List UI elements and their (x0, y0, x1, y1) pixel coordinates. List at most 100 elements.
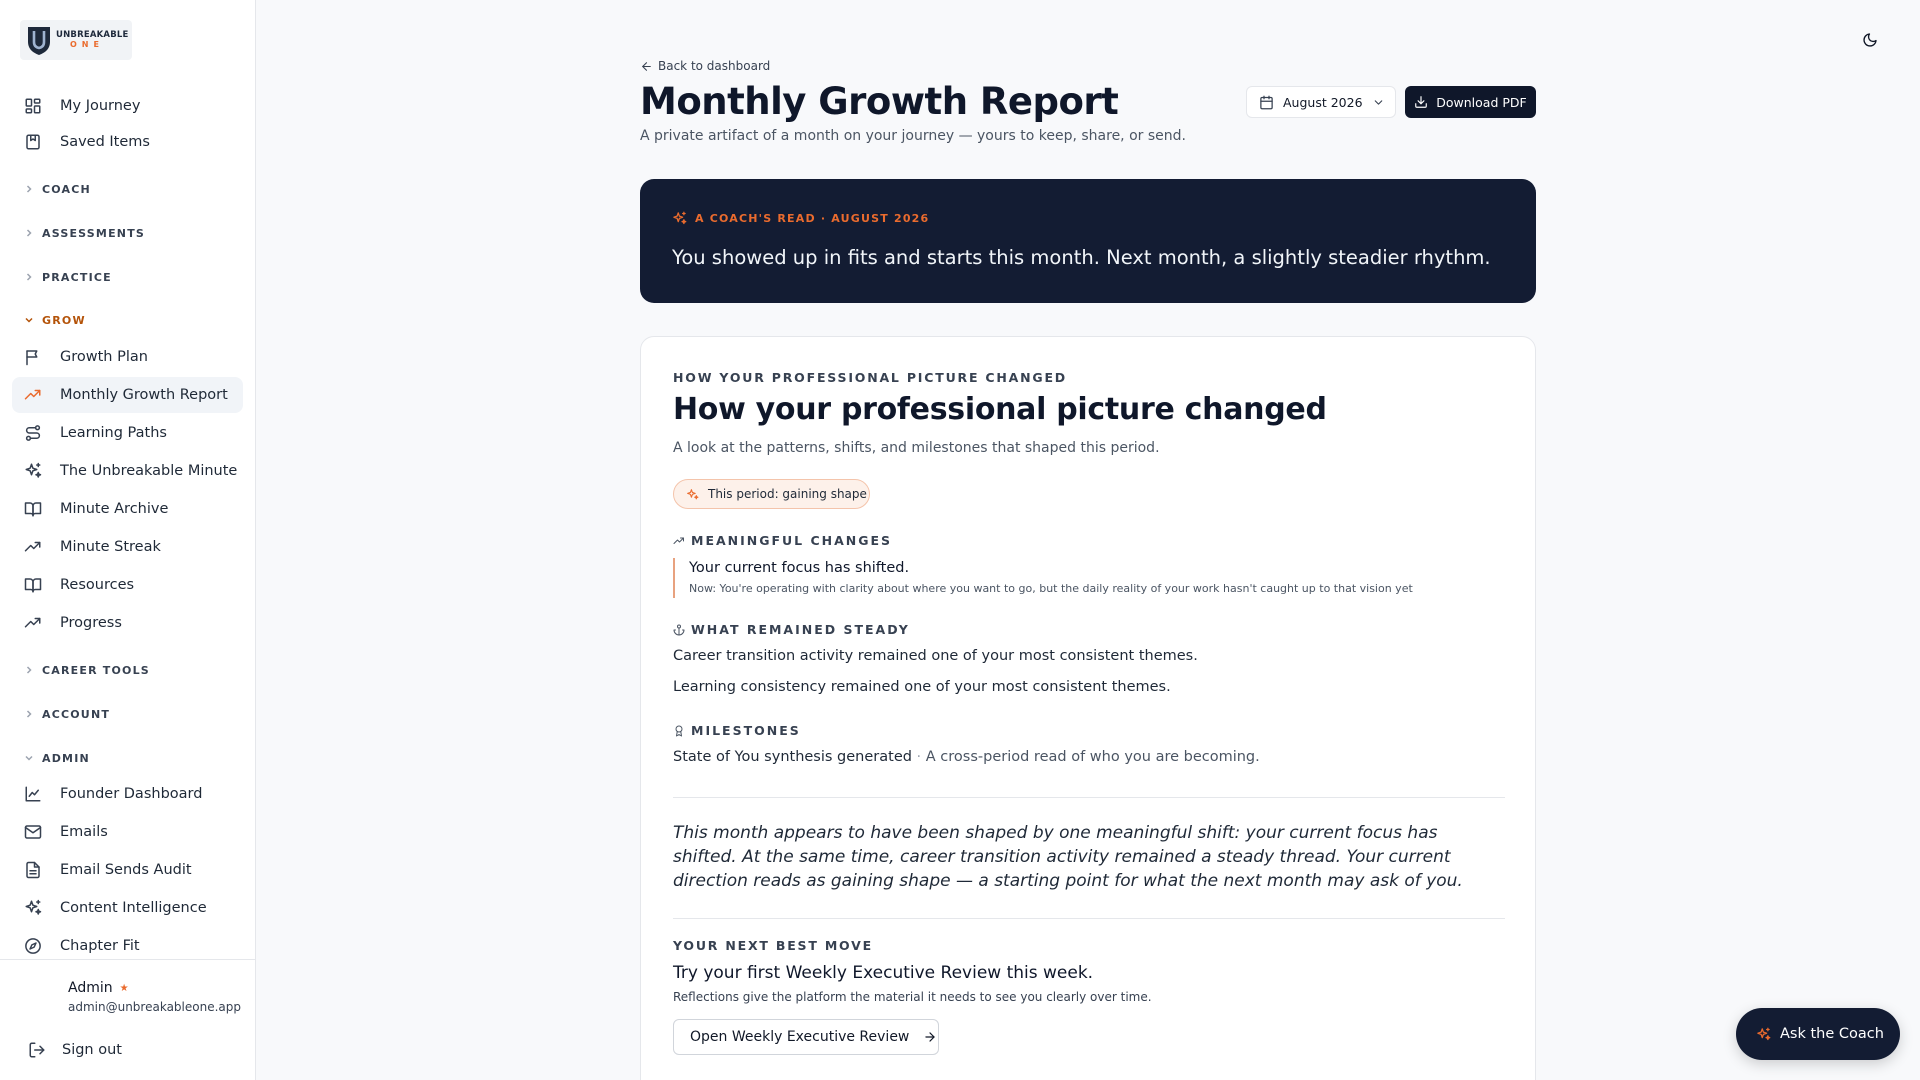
download-pdf-button[interactable]: Download PDF (1405, 86, 1536, 118)
sparkles-icon (24, 462, 42, 480)
sidebar-item-label: Saved Items (60, 134, 150, 150)
sidebar-item-learning-paths[interactable]: Learning Paths (12, 415, 243, 451)
section-label: PRACTICE (42, 270, 112, 284)
sidebar-item-label: The Unbreakable Minute (60, 463, 238, 479)
sidebar-item-label: Emails (60, 824, 108, 840)
logo-line-1: UNBREAKABLE (56, 29, 129, 40)
logo-line-2: ONE (70, 40, 104, 50)
sidebar-item-my-journey[interactable]: My Journey (12, 88, 243, 124)
milestone-item: State of You synthesis generated · A cro… (673, 749, 1260, 765)
book-open-icon (24, 500, 42, 518)
back-to-dashboard-link[interactable]: Back to dashboard (640, 58, 770, 74)
next-move-eyebrow: YOUR NEXT BEST MOVE (673, 938, 873, 953)
month-select[interactable]: August 2026 (1246, 86, 1396, 118)
file-text-icon (24, 861, 42, 879)
sidebar-item-email-sends-audit[interactable]: Email Sends Audit (12, 852, 243, 888)
route-icon (24, 424, 42, 442)
sidebar-item-monthly-growth-report[interactable]: Monthly Growth Report (12, 377, 243, 413)
sidebar: UNBREAKABLE ONE My Journey Saved Items C… (0, 0, 256, 1080)
coach-read-text: You showed up in fits and starts this mo… (672, 246, 1491, 269)
download-pdf-label: Download PDF (1436, 94, 1527, 110)
sidebar-item-label: Monthly Growth Report (60, 387, 228, 403)
divider (673, 797, 1505, 798)
report-card: HOW YOUR PROFESSIONAL PICTURE CHANGED Ho… (640, 336, 1536, 1080)
ask-the-coach-label: Ask the Coach (1780, 1026, 1884, 1042)
section-practice[interactable]: PRACTICE (24, 267, 112, 287)
coach-read-eyebrow: A COACH'S READ · AUGUST 2026 (672, 211, 929, 226)
section-career-tools[interactable]: CAREER TOOLS (24, 660, 150, 680)
sign-out-button[interactable]: Sign out (28, 1038, 122, 1062)
steady-item: Career transition activity remained one … (673, 648, 1198, 664)
sidebar-item-label: Minute Archive (60, 501, 169, 517)
sign-out-label: Sign out (62, 1042, 122, 1058)
sparkles-icon (1756, 1027, 1771, 1042)
arrow-left-icon (642, 61, 651, 71)
sidebar-item-label: My Journey (60, 98, 141, 114)
report-subtitle: A look at the patterns, shifts, and mile… (673, 440, 1160, 456)
chevron-right-icon (24, 665, 34, 675)
anchor-icon (673, 624, 685, 636)
page-title: Monthly Growth Report (640, 80, 1119, 123)
sidebar-item-founder-dashboard[interactable]: Founder Dashboard (12, 776, 243, 812)
sparkles-icon (24, 899, 42, 917)
period-badge-text: This period: gaining shape (708, 487, 867, 501)
sidebar-item-progress[interactable]: Progress (12, 605, 243, 641)
sidebar-item-label: Minute Streak (60, 539, 161, 555)
download-icon (1414, 95, 1428, 109)
log-out-icon (28, 1041, 46, 1059)
sidebar-item-minute-archive[interactable]: Minute Archive (12, 491, 243, 527)
sidebar-item-resources[interactable]: Resources (12, 567, 243, 603)
milestone-description: A cross-period read of who you are becom… (925, 749, 1260, 765)
trending-up-icon (24, 386, 42, 404)
meaningful-change-item: Your current focus has shifted. Now: You… (673, 558, 1433, 598)
sidebar-item-label: Founder Dashboard (60, 786, 203, 802)
sidebar-item-saved-items[interactable]: Saved Items (12, 124, 243, 160)
user-name: Admin ★ (68, 980, 129, 996)
user-divider (0, 959, 256, 960)
chevron-down-icon (1372, 96, 1385, 109)
open-weekly-executive-review-button[interactable]: Open Weekly Executive Review (673, 1019, 939, 1055)
sidebar-item-growth-plan[interactable]: Growth Plan (12, 339, 243, 375)
open-review-label: Open Weekly Executive Review (690, 1029, 910, 1045)
steady-item: Learning consistency remained one of you… (673, 679, 1171, 695)
sidebar-item-label: Resources (60, 577, 135, 593)
chevron-right-icon (24, 184, 34, 194)
flag-icon (24, 348, 42, 366)
page-subtitle: A private artifact of a month on your jo… (640, 128, 1186, 144)
next-move-note: Reflections give the platform the materi… (673, 990, 1152, 1004)
user-email: admin@unbreakableone.app (68, 1000, 241, 1014)
back-link-label: Back to dashboard (658, 59, 771, 73)
section-account[interactable]: ACCOUNT (24, 704, 110, 724)
change-title: Your current focus has shifted. (689, 560, 910, 576)
what-remained-steady-heading-text: WHAT REMAINED STEADY (691, 622, 910, 637)
trending-up-icon (24, 614, 42, 632)
sidebar-item-minute-streak[interactable]: Minute Streak (12, 529, 243, 565)
section-assessments[interactable]: ASSESSMENTS (24, 223, 145, 243)
sidebar-item-unbreakable-minute[interactable]: The Unbreakable Minute (12, 453, 243, 489)
milestone-separator: · (911, 749, 926, 765)
chevron-right-icon (24, 272, 34, 282)
calendar-icon (1259, 95, 1274, 110)
sidebar-item-content-intelligence[interactable]: Content Intelligence (12, 890, 243, 926)
section-label: ACCOUNT (42, 707, 111, 721)
change-detail: Now: You're operating with clarity about… (689, 582, 1413, 595)
chevron-down-icon (24, 315, 34, 325)
shield-logo-icon (28, 27, 50, 55)
meaningful-changes-heading: MEANINGFUL CHANGES (673, 533, 892, 548)
moon-icon (1863, 33, 1877, 47)
theme-toggle-button[interactable] (1858, 28, 1882, 52)
what-remained-steady-heading: WHAT REMAINED STEADY (673, 622, 910, 637)
sidebar-item-emails[interactable]: Emails (12, 814, 243, 850)
section-grow[interactable]: GROW (24, 310, 86, 330)
ask-the-coach-button[interactable]: Ask the Coach (1736, 1008, 1900, 1060)
coach-read-eyebrow-text: A COACH'S READ · AUGUST 2026 (695, 212, 930, 225)
section-coach[interactable]: COACH (24, 179, 91, 199)
section-admin[interactable]: ADMIN (24, 748, 90, 768)
chevron-right-icon (24, 709, 34, 719)
sparkles-icon (686, 488, 699, 501)
sidebar-item-label: Content Intelligence (60, 900, 207, 916)
month-select-value: August 2026 (1283, 94, 1363, 110)
section-label: GROW (42, 313, 86, 327)
brand-logo[interactable]: UNBREAKABLE ONE (20, 20, 132, 60)
section-label: ADMIN (42, 751, 90, 765)
